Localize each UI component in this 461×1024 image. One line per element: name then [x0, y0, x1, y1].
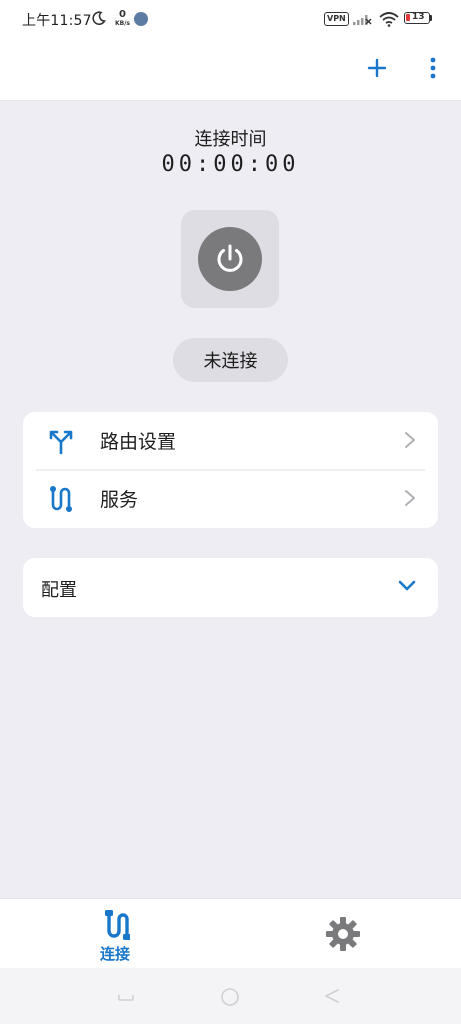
- status-time: 上午11:57: [22, 13, 92, 29]
- system-home-icon[interactable]: [219, 986, 241, 1008]
- config-dropdown[interactable]: 配置: [23, 558, 438, 617]
- net-speed: 0 KB/s: [115, 9, 130, 28]
- nav-tab-label: 连接: [99, 945, 130, 963]
- settings-menu-card: 路由设置 服务: [23, 412, 438, 528]
- plus-icon: [367, 58, 387, 78]
- nav-tab-connect[interactable]: 连接: [0, 899, 230, 969]
- more-options-button[interactable]: [418, 53, 448, 83]
- bottom-navigation: 连接: [0, 898, 461, 969]
- vpn-badge: VPN: [324, 12, 349, 26]
- menu-item-route-settings[interactable]: 路由设置: [23, 412, 438, 470]
- power-button[interactable]: [181, 210, 279, 308]
- wifi-icon: [379, 12, 399, 27]
- battery-cap: [430, 15, 432, 21]
- menu-item-label: 路由设置: [100, 431, 177, 453]
- connection-time-label: 连接时间: [194, 129, 267, 150]
- top-bar: 上午11:57 0 KB/s VPN 13: [0, 0, 461, 101]
- power-circle: [198, 227, 262, 291]
- chevron-right-icon: [405, 432, 415, 448]
- system-back-icon[interactable]: [322, 986, 342, 1006]
- route-split-icon: [49, 430, 73, 455]
- connect-plug-icon: [105, 910, 130, 940]
- battery-icon: 13: [404, 12, 430, 24]
- chevron-right-icon: [405, 490, 415, 506]
- more-vertical-icon: [430, 57, 436, 79]
- config-label: 配置: [41, 580, 77, 601]
- menu-item-service[interactable]: 服务: [23, 470, 438, 528]
- net-speed-value: 0: [119, 9, 126, 20]
- battery-level: 13: [412, 12, 425, 22]
- menu-item-label: 服务: [100, 489, 139, 511]
- signal-icon: [353, 15, 372, 25]
- add-button[interactable]: [362, 53, 392, 83]
- moon-icon: [92, 11, 106, 25]
- connection-timer: 00:00:00: [161, 152, 300, 177]
- net-speed-unit: KB/s: [115, 20, 130, 27]
- chevron-down-icon: [398, 580, 416, 591]
- nav-tab-settings[interactable]: [230, 899, 460, 969]
- power-icon: [217, 244, 243, 272]
- battery-fill: [406, 14, 410, 21]
- system-menu-icon[interactable]: [116, 986, 136, 1006]
- system-navigation-bar: [0, 968, 461, 1024]
- connection-status-button[interactable]: 未连接: [173, 338, 288, 382]
- app-notification-icon: [134, 12, 148, 26]
- gear-icon: [326, 917, 360, 951]
- service-path-icon: [50, 486, 72, 512]
